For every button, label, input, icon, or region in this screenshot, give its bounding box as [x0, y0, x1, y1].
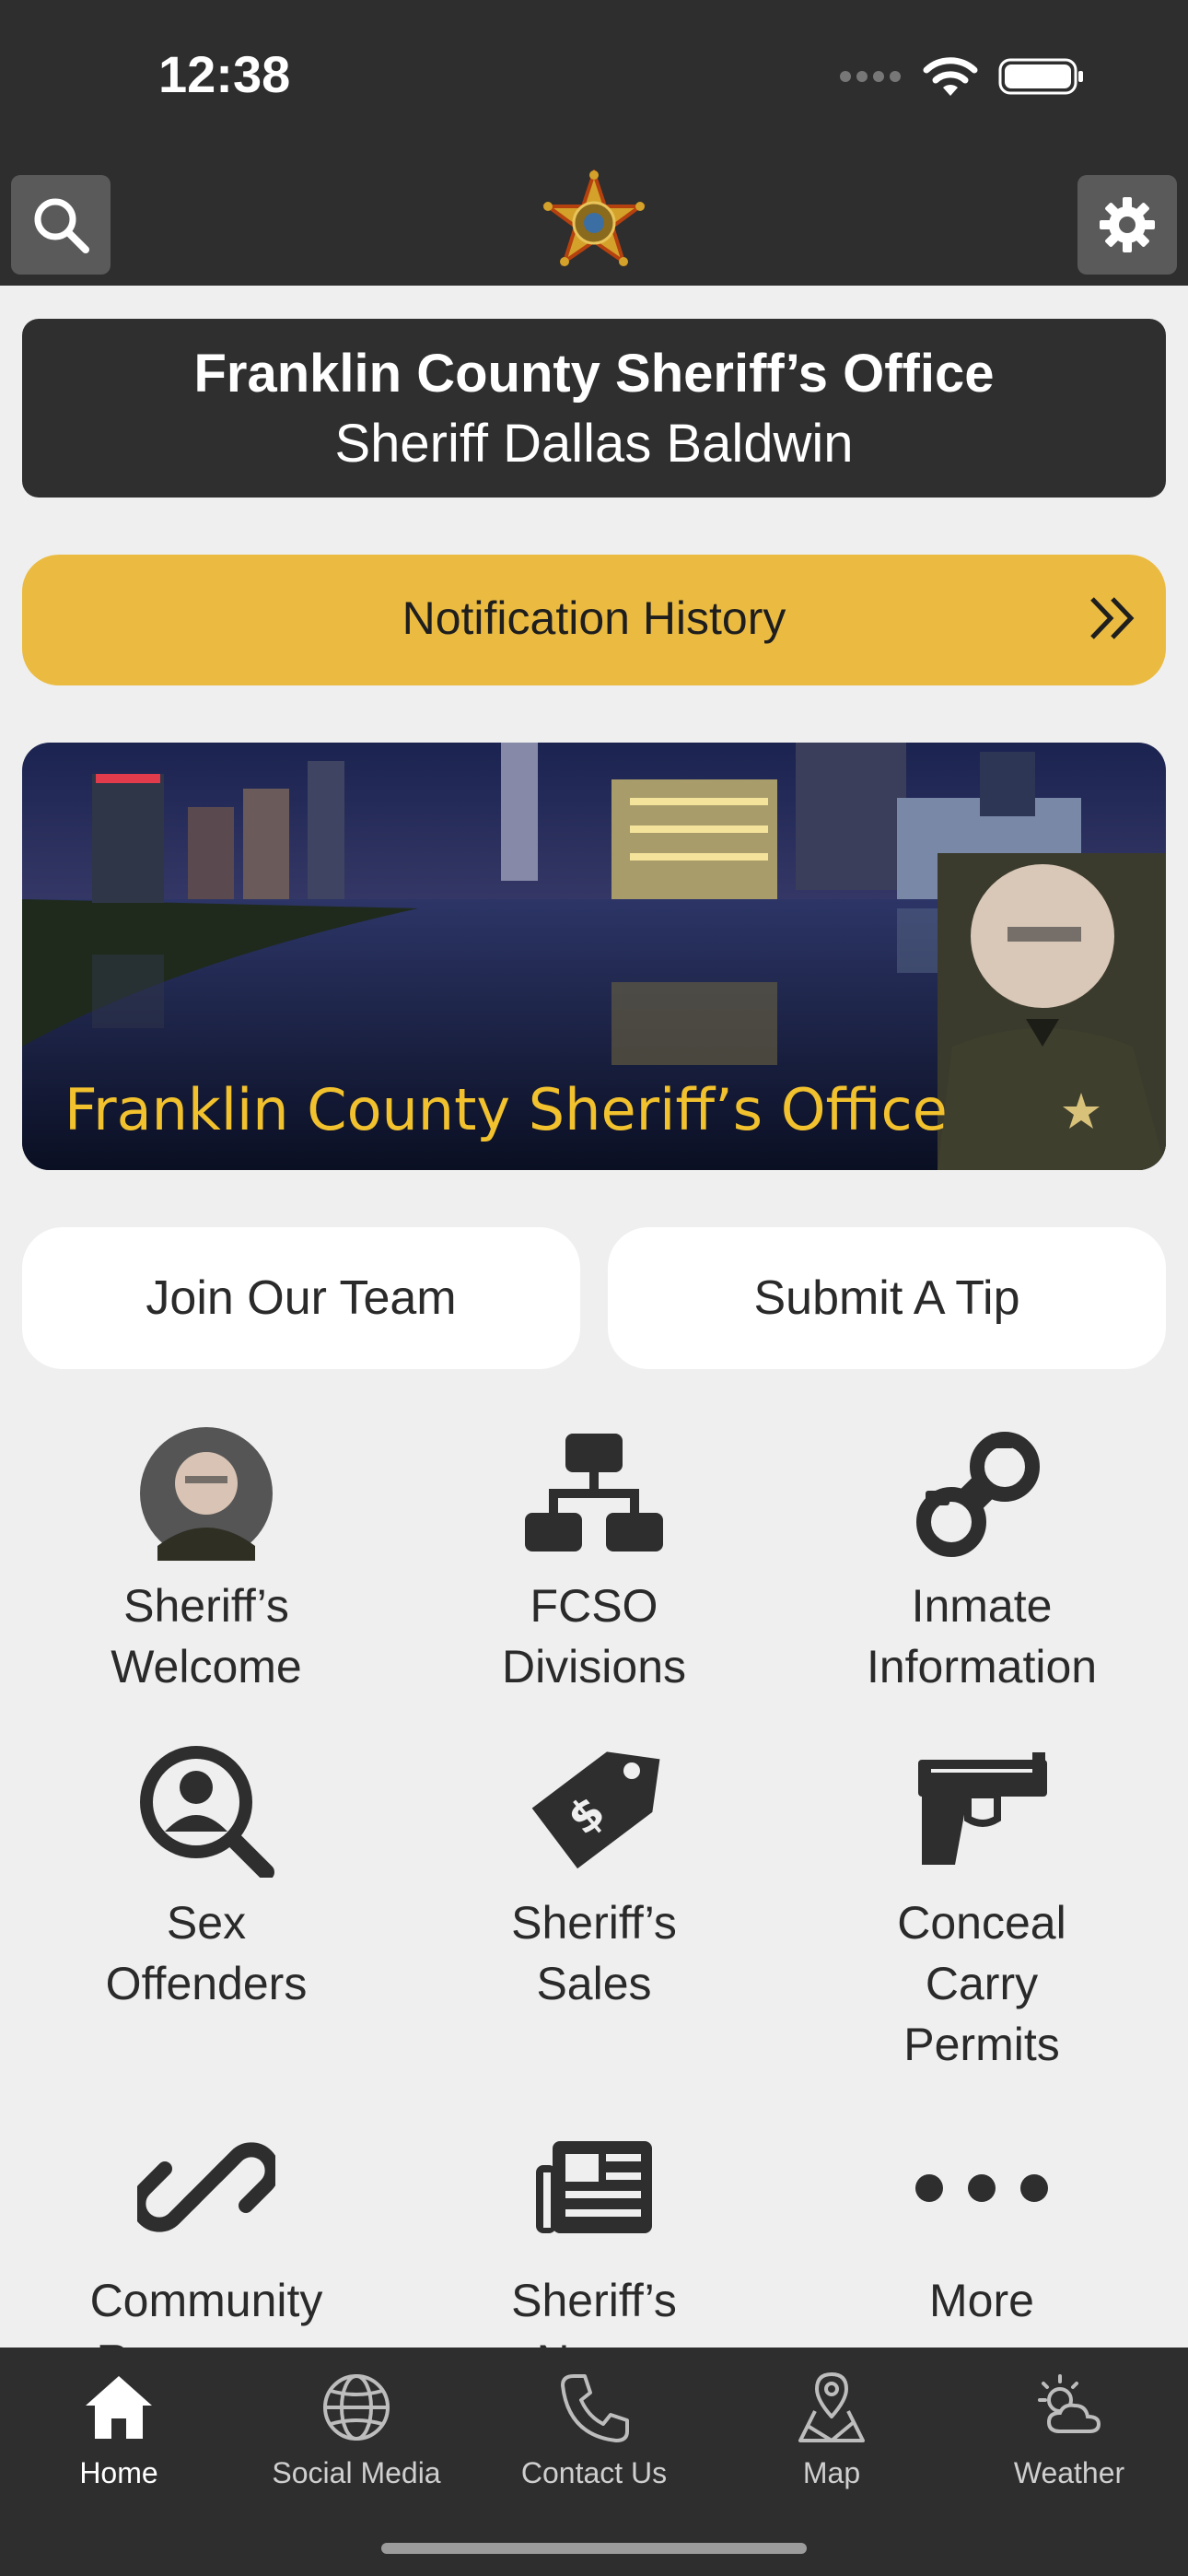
grid-label-line1: Sheriff’s: [511, 2275, 677, 2326]
tab-label: Social Media: [272, 2456, 441, 2489]
search-icon: [34, 198, 89, 253]
tab-label: Weather: [1013, 2456, 1125, 2489]
status-bar: 12:38: [0, 0, 1188, 166]
search-button[interactable]: [11, 175, 111, 275]
join-our-team-button[interactable]: Join Our Team: [22, 1227, 580, 1369]
grid-label-line1: Community: [89, 2275, 323, 2326]
settings-button[interactable]: [1077, 175, 1177, 275]
tab-bar: Home Social Media Contact Us Map Weather: [0, 2348, 1188, 2576]
grid-label-line2: Carry: [925, 1958, 1039, 2009]
tab-label: Contact Us: [520, 2456, 668, 2489]
tab-weather[interactable]: Weather: [950, 2366, 1188, 2490]
grid-label-line2: Offenders: [105, 1958, 308, 2009]
grid-item-sex-offenders[interactable]: Sex Offenders: [13, 1741, 400, 2014]
price-tag-icon: $: [531, 1751, 660, 1869]
grid-item-more[interactable]: More: [788, 2119, 1175, 2331]
phone-icon: [561, 2374, 629, 2442]
handcuffs-icon: [916, 1432, 1040, 1557]
sheriff-badge-logo: [542, 170, 646, 266]
grid-label-line2: Sales: [536, 1958, 652, 2009]
grid-label-line1: Sheriff’s: [511, 1897, 677, 1949]
grid-label-line1: More: [929, 2275, 1034, 2326]
wifi-icon: [923, 57, 978, 96]
grid-label-line1: FCSO: [530, 1580, 658, 1632]
grid-item-sheriffs-sales[interactable]: $ Sheriff’s Sales: [401, 1741, 787, 2014]
title-card: Franklin County Sheriff’s Office Sheriff…: [22, 319, 1166, 498]
app-header: [0, 166, 1188, 286]
grid-item-inmate-information[interactable]: Inmate Information: [788, 1424, 1175, 1697]
grid-label-line2: Divisions: [501, 1641, 687, 1692]
more-icon: [915, 2174, 1048, 2202]
status-time: 12:38: [158, 45, 291, 103]
tab-social-media[interactable]: Social Media: [238, 2366, 475, 2490]
sheriff-avatar: [140, 1427, 273, 1561]
status-icons: [838, 55, 1085, 98]
grid-label-line3: Permits: [903, 2019, 1060, 2070]
grid-item-sheriffs-welcome[interactable]: Sheriff’s Welcome: [13, 1424, 400, 1697]
person-search-icon: [140, 1746, 274, 1878]
newspaper-icon: [536, 2141, 652, 2233]
signal-icon: [840, 71, 901, 82]
grid-item-conceal-carry-permits[interactable]: Conceal Carry Permits: [788, 1741, 1175, 2075]
gear-icon: [1100, 197, 1155, 252]
tab-label: Home: [79, 2456, 158, 2489]
tab-map[interactable]: Map: [713, 2366, 950, 2490]
grid-label-line1: Sheriff’s: [123, 1580, 289, 1632]
map-pin-icon: [798, 2372, 865, 2442]
submit-a-tip-button[interactable]: Submit A Tip: [608, 1227, 1166, 1369]
notification-history-label: Notification History: [402, 592, 786, 644]
grid-item-fcso-divisions[interactable]: FCSO Divisions: [401, 1424, 787, 1697]
office-title: Franklin County Sheriff’s Office: [193, 344, 995, 404]
weather-icon: [1038, 2374, 1101, 2433]
tab-contact-us[interactable]: Contact Us: [475, 2366, 713, 2490]
grid-label-line2: Information: [866, 1641, 1098, 1692]
battery-icon: [998, 58, 1083, 95]
tab-label: Map: [802, 2456, 861, 2489]
tab-home[interactable]: Home: [0, 2366, 238, 2490]
org-chart-icon: [525, 1434, 663, 1551]
link-icon: [137, 2142, 275, 2232]
hero-banner[interactable]: Franklin County Sheriff’s Office: [22, 743, 1166, 1170]
home-indicator[interactable]: [381, 2543, 807, 2554]
notification-history-button[interactable]: Notification History: [22, 555, 1166, 685]
banner-caption: Franklin County Sheriff’s Office: [64, 1076, 948, 1143]
pistol-icon: [918, 1752, 1047, 1865]
double-chevron-right-icon: [1090, 597, 1135, 639]
grid-label-line1: Sex: [166, 1897, 247, 1949]
sheriff-name: Sheriff Dallas Baldwin: [334, 414, 854, 474]
globe-icon: [323, 2374, 390, 2441]
grid-label-line1: Inmate: [911, 1580, 1053, 1632]
grid-label-line2: Welcome: [111, 1641, 302, 1692]
home-icon: [86, 2376, 152, 2439]
grid-label-line1: Conceal: [897, 1897, 1066, 1949]
